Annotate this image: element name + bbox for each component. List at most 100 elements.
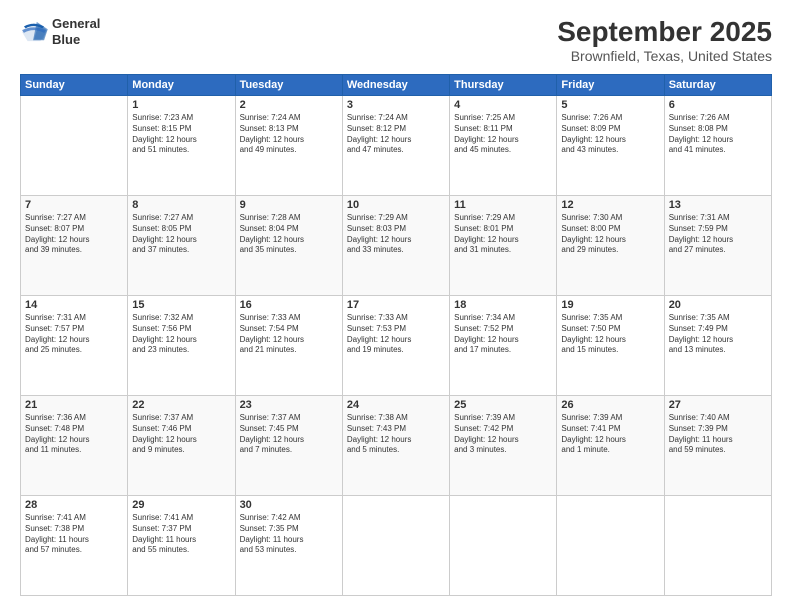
day-number: 27: [669, 399, 767, 411]
day-info: Sunrise: 7:39 AM Sunset: 7:41 PM Dayligh…: [561, 413, 659, 456]
table-row: 20 Sunrise: 7:35 AM Sunset: 7:49 PM Dayli…: [664, 296, 771, 396]
table-row: 29 Sunrise: 7:41 AM Sunset: 7:37 PM Dayli…: [128, 496, 235, 596]
table-row: 22 Sunrise: 7:37 AM Sunset: 7:46 PM Dayli…: [128, 396, 235, 496]
day-number: 13: [669, 199, 767, 211]
day-info: Sunrise: 7:35 AM Sunset: 7:49 PM Dayligh…: [669, 313, 767, 356]
table-row: 10 Sunrise: 7:29 AM Sunset: 8:03 PM Dayli…: [342, 196, 449, 296]
day-info: Sunrise: 7:32 AM Sunset: 7:56 PM Dayligh…: [132, 313, 230, 356]
day-info: Sunrise: 7:41 AM Sunset: 7:37 PM Dayligh…: [132, 513, 230, 556]
day-number: 28: [25, 499, 123, 511]
day-info: Sunrise: 7:41 AM Sunset: 7:38 PM Dayligh…: [25, 513, 123, 556]
logo-icon: [20, 21, 48, 43]
logo-text: General Blue: [52, 16, 100, 47]
day-number: 3: [347, 99, 445, 111]
logo: General Blue: [20, 16, 100, 47]
table-row: 5 Sunrise: 7:26 AM Sunset: 8:09 PM Daylig…: [557, 96, 664, 196]
day-number: 22: [132, 399, 230, 411]
day-info: Sunrise: 7:26 AM Sunset: 8:09 PM Dayligh…: [561, 113, 659, 156]
day-number: 2: [240, 99, 338, 111]
day-number: 30: [240, 499, 338, 511]
day-number: 9: [240, 199, 338, 211]
table-row: 8 Sunrise: 7:27 AM Sunset: 8:05 PM Daylig…: [128, 196, 235, 296]
calendar-week-row: 14 Sunrise: 7:31 AM Sunset: 7:57 PM Dayli…: [21, 296, 772, 396]
day-number: 29: [132, 499, 230, 511]
table-row: 4 Sunrise: 7:25 AM Sunset: 8:11 PM Daylig…: [450, 96, 557, 196]
header-wednesday: Wednesday: [342, 75, 449, 96]
day-number: 20: [669, 299, 767, 311]
day-number: 7: [25, 199, 123, 211]
day-info: Sunrise: 7:27 AM Sunset: 8:07 PM Dayligh…: [25, 213, 123, 256]
day-number: 6: [669, 99, 767, 111]
table-row: 17Sunrise: 7:33 AM Sunset: 7:53 PM Dayli…: [342, 296, 449, 396]
table-row: 28 Sunrise: 7:41 AM Sunset: 7:38 PM Dayli…: [21, 496, 128, 596]
header-thursday: Thursday: [450, 75, 557, 96]
day-number: 4: [454, 99, 552, 111]
day-info: Sunrise: 7:34 AM Sunset: 7:52 PM Dayligh…: [454, 313, 552, 356]
table-row: 18Sunrise: 7:34 AM Sunset: 7:52 PM Dayli…: [450, 296, 557, 396]
day-info: Sunrise: 7:40 AM Sunset: 7:39 PM Dayligh…: [669, 413, 767, 456]
header-tuesday: Tuesday: [235, 75, 342, 96]
day-info: Sunrise: 7:25 AM Sunset: 8:11 PM Dayligh…: [454, 113, 552, 156]
day-number: 24: [347, 399, 445, 411]
day-info: Sunrise: 7:35 AM Sunset: 7:50 PM Dayligh…: [561, 313, 659, 356]
day-number: 21: [25, 399, 123, 411]
day-number: 19: [561, 299, 659, 311]
calendar-week-row: 7 Sunrise: 7:27 AM Sunset: 8:07 PM Daylig…: [21, 196, 772, 296]
table-row: 27 Sunrise: 7:40 AM Sunset: 7:39 PM Dayli…: [664, 396, 771, 496]
table-row: 13 Sunrise: 7:31 AM Sunset: 7:59 PM Dayli…: [664, 196, 771, 296]
day-info: Sunrise: 7:23 AM Sunset: 8:15 PM Dayligh…: [132, 113, 230, 156]
day-info: Sunrise: 7:27 AM Sunset: 8:05 PM Dayligh…: [132, 213, 230, 256]
day-number: 12: [561, 199, 659, 211]
table-row: 25Sunrise: 7:39 AM Sunset: 7:42 PM Dayli…: [450, 396, 557, 496]
day-number: 26: [561, 399, 659, 411]
logo-line2: Blue: [52, 32, 100, 48]
table-row: [664, 496, 771, 596]
day-info: Sunrise: 7:26 AM Sunset: 8:08 PM Dayligh…: [669, 113, 767, 156]
calendar-week-row: 21 Sunrise: 7:36 AM Sunset: 7:48 PM Dayli…: [21, 396, 772, 496]
day-info: Sunrise: 7:29 AM Sunset: 8:03 PM Dayligh…: [347, 213, 445, 256]
title-block: September 2025 Brownfield, Texas, United…: [557, 16, 772, 64]
day-number: 14: [25, 299, 123, 311]
day-number: 8: [132, 199, 230, 211]
day-number: 23: [240, 399, 338, 411]
table-row: 1 Sunrise: 7:23 AM Sunset: 8:15 PM Daylig…: [128, 96, 235, 196]
day-info: Sunrise: 7:24 AM Sunset: 8:12 PM Dayligh…: [347, 113, 445, 156]
day-info: Sunrise: 7:31 AM Sunset: 7:59 PM Dayligh…: [669, 213, 767, 256]
logo-line1: General: [52, 16, 100, 32]
header: General Blue September 2025 Brownfield, …: [20, 16, 772, 64]
table-row: [21, 96, 128, 196]
table-row: 6 Sunrise: 7:26 AM Sunset: 8:08 PM Daylig…: [664, 96, 771, 196]
page: General Blue September 2025 Brownfield, …: [0, 0, 792, 612]
table-row: 16 Sunrise: 7:33 AM Sunset: 7:54 PM Dayli…: [235, 296, 342, 396]
header-sunday: Sunday: [21, 75, 128, 96]
table-row: 12 Sunrise: 7:30 AM Sunset: 8:00 PM Dayli…: [557, 196, 664, 296]
table-row: 21 Sunrise: 7:36 AM Sunset: 7:48 PM Dayli…: [21, 396, 128, 496]
day-info: Sunrise: 7:31 AM Sunset: 7:57 PM Dayligh…: [25, 313, 123, 356]
table-row: [557, 496, 664, 596]
weekday-header-row: Sunday Monday Tuesday Wednesday Thursday…: [21, 75, 772, 96]
calendar-week-row: 28 Sunrise: 7:41 AM Sunset: 7:38 PM Dayli…: [21, 496, 772, 596]
calendar-subtitle: Brownfield, Texas, United States: [557, 48, 772, 64]
table-row: 26 Sunrise: 7:39 AM Sunset: 7:41 PM Dayli…: [557, 396, 664, 496]
table-row: 11Sunrise: 7:29 AM Sunset: 8:01 PM Dayli…: [450, 196, 557, 296]
table-row: 30Sunrise: 7:42 AM Sunset: 7:35 PM Dayli…: [235, 496, 342, 596]
calendar-title: September 2025: [557, 16, 772, 48]
day-number: 1: [132, 99, 230, 111]
day-number: 17: [347, 299, 445, 311]
day-number: 5: [561, 99, 659, 111]
header-saturday: Saturday: [664, 75, 771, 96]
day-info: Sunrise: 7:39 AM Sunset: 7:42 PM Dayligh…: [454, 413, 552, 456]
day-info: Sunrise: 7:29 AM Sunset: 8:01 PM Dayligh…: [454, 213, 552, 256]
day-info: Sunrise: 7:33 AM Sunset: 7:54 PM Dayligh…: [240, 313, 338, 356]
day-info: Sunrise: 7:36 AM Sunset: 7:48 PM Dayligh…: [25, 413, 123, 456]
day-info: Sunrise: 7:24 AM Sunset: 8:13 PM Dayligh…: [240, 113, 338, 156]
day-number: 10: [347, 199, 445, 211]
table-row: 7 Sunrise: 7:27 AM Sunset: 8:07 PM Daylig…: [21, 196, 128, 296]
table-row: 19 Sunrise: 7:35 AM Sunset: 7:50 PM Dayli…: [557, 296, 664, 396]
table-row: 15Sunrise: 7:32 AM Sunset: 7:56 PM Dayli…: [128, 296, 235, 396]
day-info: Sunrise: 7:30 AM Sunset: 8:00 PM Dayligh…: [561, 213, 659, 256]
day-info: Sunrise: 7:37 AM Sunset: 7:46 PM Dayligh…: [132, 413, 230, 456]
day-number: 16: [240, 299, 338, 311]
calendar-week-row: 1 Sunrise: 7:23 AM Sunset: 8:15 PM Daylig…: [21, 96, 772, 196]
table-row: 23Sunrise: 7:37 AM Sunset: 7:45 PM Dayli…: [235, 396, 342, 496]
